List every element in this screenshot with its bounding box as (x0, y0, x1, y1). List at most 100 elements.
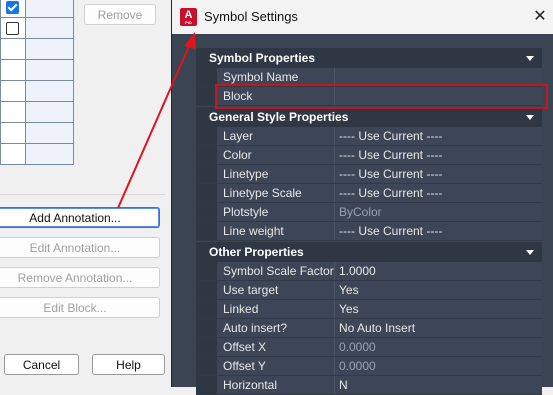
table-cell[interactable] (0, 122, 26, 144)
table-cell[interactable] (24, 59, 75, 81)
property-value[interactable]: Yes (335, 281, 542, 299)
row-gutter (196, 281, 217, 299)
table-cell[interactable] (24, 122, 75, 144)
row-gutter (196, 68, 217, 86)
property-value[interactable]: Yes (335, 300, 542, 318)
table-cell[interactable] (0, 17, 26, 39)
row-gutter (196, 338, 217, 356)
property-value[interactable]: 0.0000 (335, 338, 542, 356)
property-row[interactable]: Line weight ---- Use Current ---- (196, 222, 542, 241)
category-header[interactable]: General Style Properties (196, 107, 542, 127)
property-value[interactable]: No Auto Insert (335, 319, 542, 337)
title-bar[interactable]: A PID Symbol Settings ✕ (172, 0, 553, 34)
table-row[interactable] (0, 38, 75, 60)
property-value[interactable]: ---- Use Current ---- (335, 184, 542, 202)
table-cell[interactable] (24, 101, 75, 123)
property-value[interactable] (335, 68, 542, 86)
property-value[interactable]: N (335, 376, 542, 394)
property-row[interactable]: Offset Y 0.0000 (196, 357, 542, 376)
row-gutter (196, 146, 217, 164)
row-gutter (196, 262, 217, 280)
property-value[interactable] (335, 87, 542, 105)
table-cell[interactable] (24, 38, 75, 60)
property-value[interactable]: ---- Use Current ---- (335, 146, 542, 164)
property-value[interactable]: ---- Use Current ---- (335, 222, 542, 240)
property-name: Plotstyle (217, 203, 335, 221)
property-row[interactable]: Use target propertiesYes (196, 281, 542, 315)
table-cell[interactable] (24, 0, 75, 18)
property-grid: Symbol Properties Symbol Name Block General… (196, 48, 542, 395)
table-row[interactable] (0, 17, 75, 39)
table-row[interactable] (0, 143, 75, 165)
property-row[interactable]: Layer ---- Use Current ---- (196, 127, 542, 146)
table-cell[interactable] (0, 80, 26, 102)
table-row[interactable] (0, 80, 75, 102)
help-button[interactable]: Help (92, 354, 165, 375)
property-name: Color (217, 146, 335, 164)
property-row[interactable]: Linetype ---- Use Current ---- (196, 165, 542, 184)
property-row[interactable]: Plotstyle ByColor (196, 203, 542, 222)
row-gutter (196, 300, 217, 318)
property-name: Linetype (217, 165, 335, 183)
edit-block-button[interactable]: Edit Block... (0, 297, 160, 318)
collapse-caret-icon[interactable] (526, 115, 534, 120)
cancel-button[interactable]: Cancel (4, 354, 79, 375)
category-title: General Style Properties (209, 110, 349, 124)
property-name: Use target properties (217, 281, 335, 315)
close-icon[interactable]: ✕ (530, 6, 550, 26)
table-cell[interactable] (0, 101, 26, 123)
property-row[interactable]: Auto insert? No Auto Insert (196, 319, 542, 338)
row-gutter (196, 127, 217, 145)
property-name: Layer (217, 127, 335, 145)
checkbox[interactable] (6, 21, 20, 35)
property-value[interactable]: ---- Use Current ---- (335, 165, 542, 183)
category-header[interactable]: Other Properties (196, 242, 542, 262)
table-cell[interactable] (0, 143, 26, 165)
table-cell[interactable] (0, 0, 26, 18)
table-cell[interactable] (0, 38, 26, 60)
table-row[interactable] (0, 0, 75, 18)
table-row[interactable] (0, 101, 75, 123)
window-title: Symbol Settings (204, 9, 298, 24)
property-value[interactable]: ---- Use Current ---- (335, 127, 542, 145)
table-cell[interactable] (24, 80, 75, 102)
remove-annotation-button[interactable]: Remove Annotation... (0, 267, 160, 288)
table-cell[interactable] (24, 143, 75, 165)
divider (0, 194, 165, 195)
row-gutter (196, 222, 217, 240)
category-title: Other Properties (209, 245, 304, 259)
collapse-caret-icon[interactable] (526, 250, 534, 255)
table-row[interactable] (0, 122, 75, 144)
add-annotation-button[interactable]: Add Annotation... (0, 207, 160, 228)
row-gutter (196, 203, 217, 221)
property-row[interactable]: Linked Yes (196, 300, 542, 319)
remove-button[interactable]: Remove (84, 4, 156, 25)
table-row[interactable] (0, 59, 75, 81)
property-value[interactable]: 0.0000 (335, 357, 542, 375)
property-name: Offset X (217, 338, 335, 356)
edit-annotation-button[interactable]: Edit Annotation... (0, 237, 160, 258)
row-gutter (196, 184, 217, 202)
property-value[interactable]: ByColor (335, 203, 542, 221)
property-row[interactable]: Offset X 0.0000 (196, 338, 542, 357)
property-row[interactable]: Color ---- Use Current ---- (196, 146, 542, 165)
property-value[interactable]: 1.0000 (335, 262, 542, 280)
row-gutter (196, 87, 217, 105)
property-row[interactable]: Horizontal N (196, 376, 542, 395)
property-name: Linetype Scale (217, 184, 335, 202)
category-header[interactable]: Symbol Properties (196, 48, 542, 68)
property-row[interactable]: Block (196, 87, 542, 106)
row-gutter (196, 357, 217, 375)
symbol-settings-window: A PID Symbol Settings ✕ Symbol Propertie… (171, 0, 553, 395)
property-name: Linked (217, 300, 335, 318)
app-icon-sub: PID (185, 20, 192, 25)
collapse-caret-icon[interactable] (526, 56, 534, 61)
row-gutter (196, 376, 217, 394)
table-cell[interactable] (0, 59, 26, 81)
property-row[interactable]: Symbol Name (196, 68, 542, 87)
checkbox-checked[interactable] (6, 0, 20, 14)
property-row[interactable]: Symbol Scale Factor 1.0000 (196, 262, 542, 281)
property-name: Symbol Name (217, 68, 335, 86)
table-cell[interactable] (24, 17, 75, 39)
property-row[interactable]: Linetype Scale ---- Use Current ---- (196, 184, 542, 203)
